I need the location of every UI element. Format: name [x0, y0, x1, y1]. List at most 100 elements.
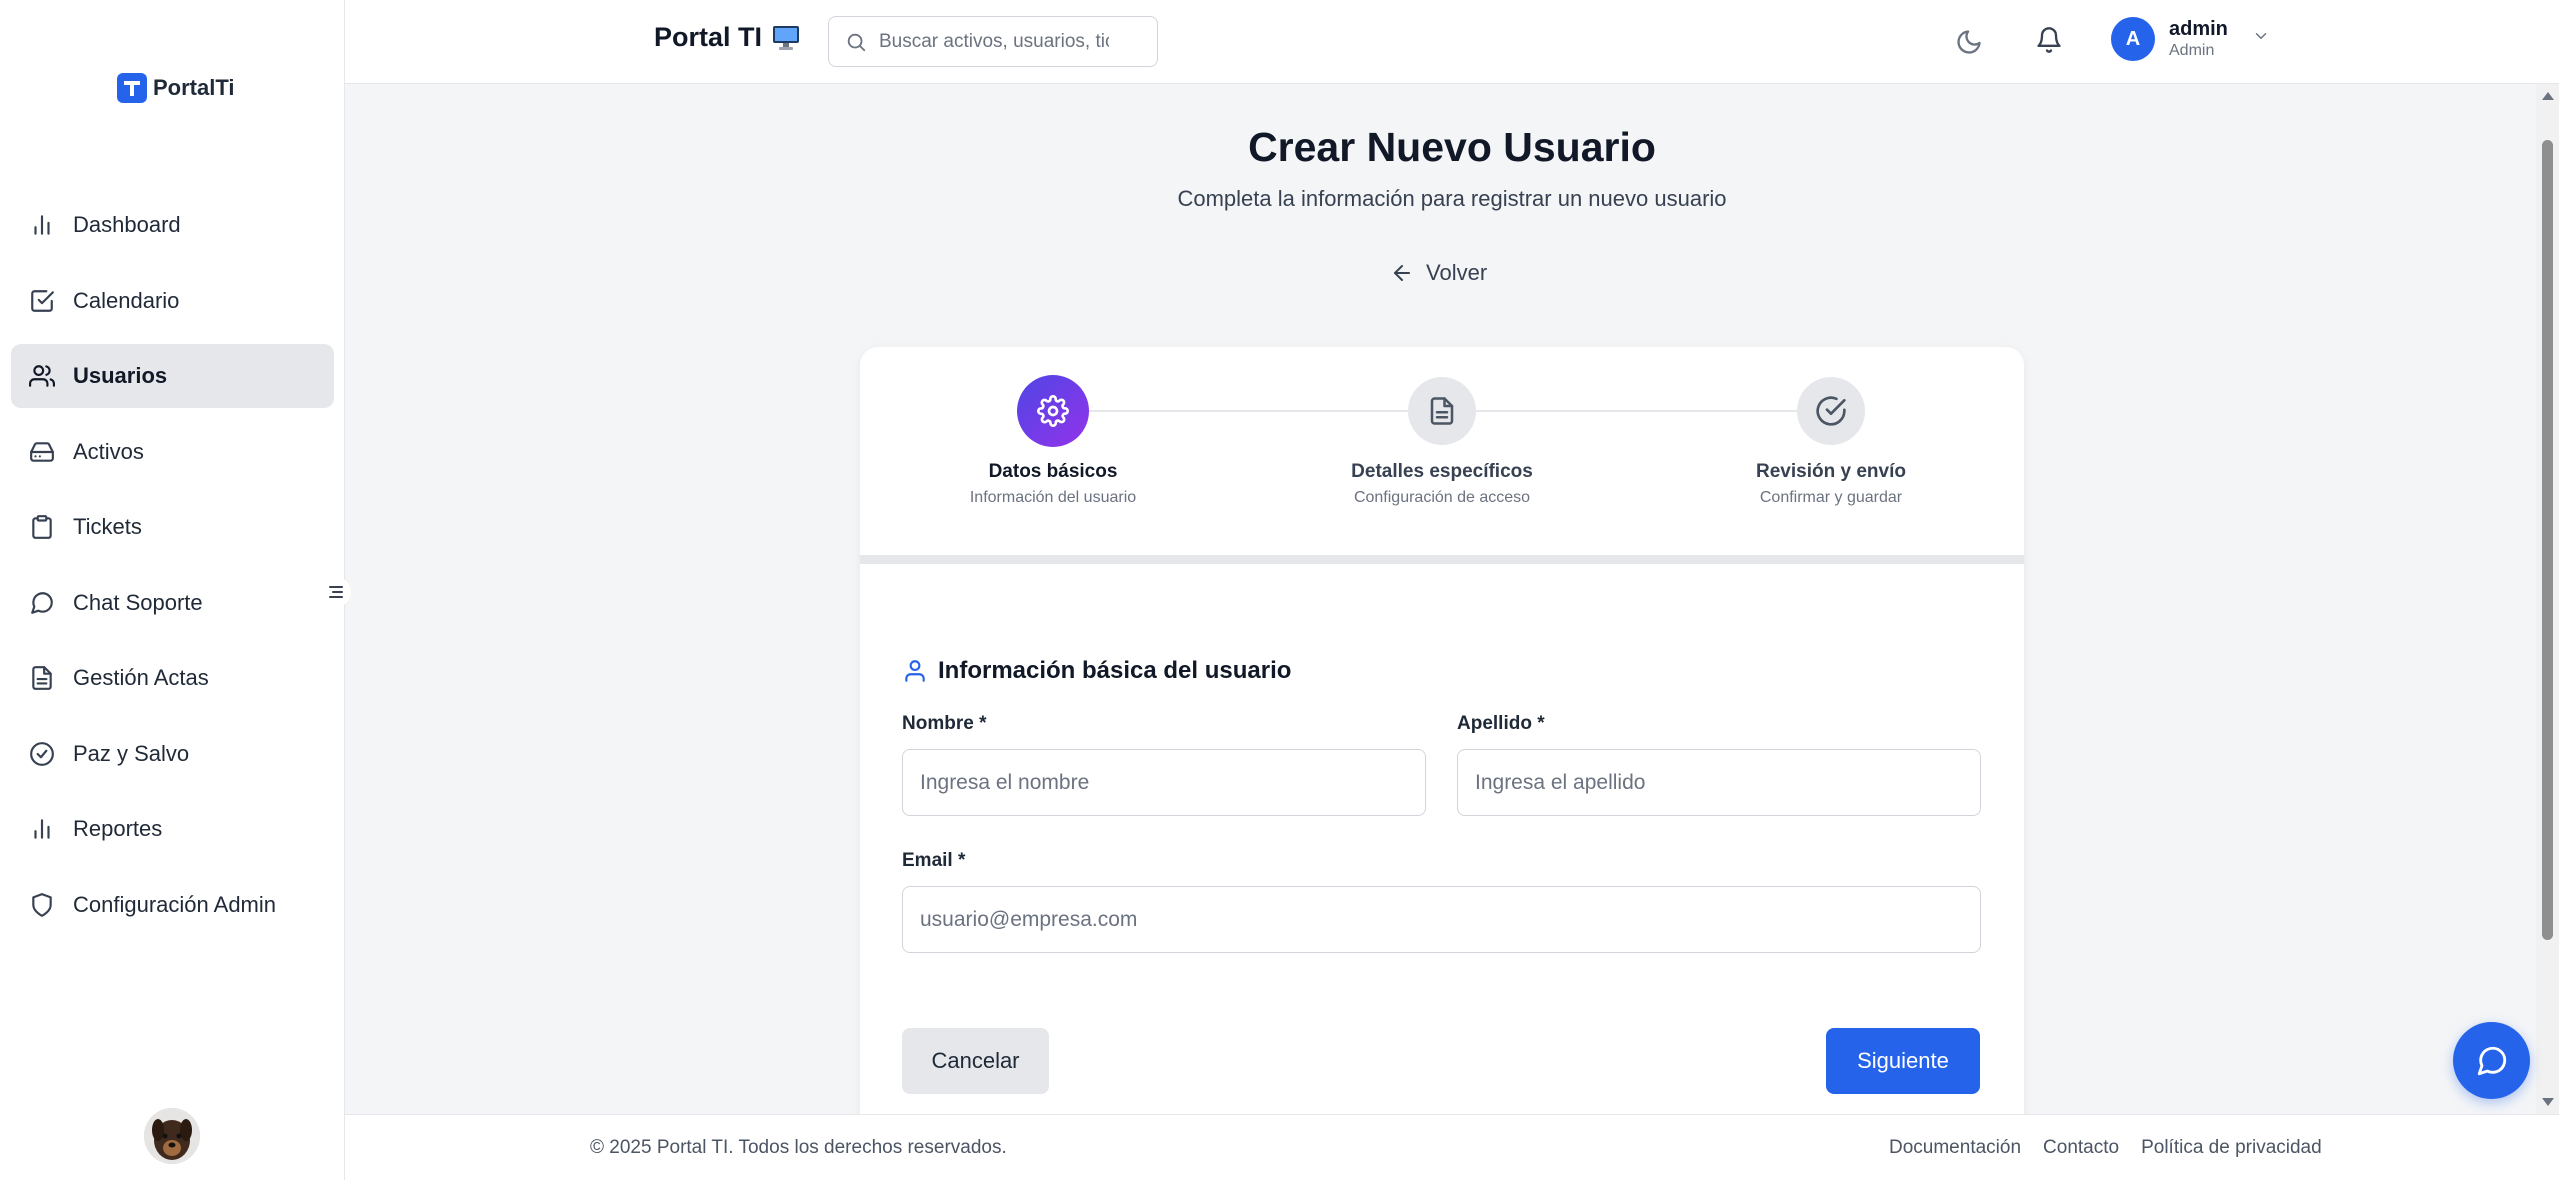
user-icon	[905, 660, 925, 682]
hard-drive-icon	[30, 441, 54, 462]
back-button[interactable]: Volver	[1390, 260, 1487, 286]
brand-title-text: Portal TI	[654, 22, 763, 52]
sidebar-item-label: Paz y Salvo	[73, 740, 190, 766]
sidebar-nav: Dashboard Calendario Usuarios Activos Ti…	[11, 193, 334, 948]
sidebar-item-label: Tickets	[73, 514, 142, 539]
shield-icon	[32, 892, 52, 917]
moon-icon	[1957, 30, 1981, 54]
file-text-icon	[1430, 397, 1454, 425]
step-title: Revisión y envío	[1756, 461, 1906, 482]
avatar[interactable]	[144, 1108, 200, 1164]
user-avatar: A	[2111, 17, 2155, 61]
step-revision-envio[interactable]: Revisión y envío Confirmar y guardar	[1681, 377, 1981, 507]
sidebar-item-label: Gestión Actas	[73, 665, 209, 690]
scrollbar[interactable]	[2536, 84, 2559, 1114]
sidebar-item-paz-y-salvo[interactable]: Paz y Salvo	[11, 722, 334, 786]
search-icon	[847, 33, 866, 51]
sidebar-item-configuracion-admin[interactable]: Configuración Admin	[11, 873, 334, 937]
sidebar-item-tickets[interactable]: Tickets	[11, 495, 334, 559]
sidebar-item-chat-soporte[interactable]: Chat Soporte	[11, 571, 334, 635]
step-title: Detalles específicos	[1351, 461, 1533, 482]
section-title: Información básica del usuario	[902, 657, 1291, 685]
check-circle-icon	[30, 741, 54, 766]
message-circle-icon	[2477, 1046, 2506, 1075]
notifications-button[interactable]	[2031, 22, 2067, 58]
sidebar: PortalTi Dashboard Calendario Usuarios A…	[0, 0, 351, 1180]
section-title-text: Información básica del usuario	[938, 657, 1292, 684]
arrow-left-icon	[1394, 265, 1410, 281]
clipboard-icon	[32, 515, 52, 539]
footer-copyright: © 2025 Portal TI. Todos los derechos res…	[590, 1137, 1007, 1158]
apellido-label: Apellido *	[1457, 713, 1545, 734]
users-icon	[29, 365, 55, 387]
bell-icon	[2037, 27, 2061, 53]
user-role: Admin	[2169, 42, 2215, 59]
scroll-up-arrow-icon[interactable]	[2542, 92, 2554, 100]
sidebar-item-reportes[interactable]: Reportes	[11, 797, 334, 861]
user-name: admin	[2169, 18, 2228, 40]
page-title: Crear Nuevo Usuario	[1248, 124, 1656, 170]
step-desc: Confirmar y guardar	[1759, 489, 1903, 506]
sidebar-item-label: Usuarios	[73, 363, 168, 388]
chevron-down-icon	[2255, 33, 2267, 39]
step-circle	[1797, 377, 1865, 445]
step-datos-basicos[interactable]: Datos básicos Información del usuario	[903, 375, 1203, 507]
sidebar-item-dashboard[interactable]: Dashboard	[11, 193, 334, 257]
gear-icon	[1037, 395, 1069, 427]
cancel-button[interactable]: Cancelar	[902, 1028, 1049, 1094]
progress-bar	[860, 555, 2024, 564]
check-square-icon	[31, 289, 54, 312]
file-text-icon	[32, 666, 52, 690]
email-input[interactable]	[902, 886, 1981, 953]
dog-avatar-icon	[144, 1108, 200, 1164]
nombre-input[interactable]	[902, 749, 1426, 816]
step-circle	[1408, 377, 1476, 445]
step-desc: Información del usuario	[969, 489, 1137, 506]
footer-link-privacidad[interactable]: Política de privacidad	[2141, 1137, 2322, 1159]
chat-fab-button[interactable]	[2453, 1022, 2530, 1099]
scroll-thumb[interactable]	[2542, 140, 2553, 940]
sidebar-item-label: Calendario	[73, 287, 180, 313]
logo-text: PortalTi	[153, 75, 235, 100]
monitor-icon	[773, 25, 800, 50]
theme-toggle-button[interactable]	[1951, 24, 1987, 60]
scroll-down-arrow-icon[interactable]	[2542, 1098, 2554, 1106]
sidebar-collapse-button[interactable]	[321, 577, 351, 607]
sidebar-item-label: Reportes	[73, 816, 163, 841]
sidebar-item-label: Dashboard	[73, 212, 181, 237]
user-info: admin Admin	[2169, 17, 2228, 61]
top-header: Portal TI A admin Admin	[345, 0, 2559, 84]
back-button-label: Volver	[1426, 260, 1488, 285]
logo[interactable]: PortalTi	[117, 72, 235, 104]
search-box[interactable]	[828, 16, 1158, 67]
check-circle-icon	[1816, 396, 1846, 426]
footer-link-documentacion[interactable]: Documentación	[1889, 1137, 2021, 1159]
sidebar-item-calendario[interactable]: Calendario	[11, 269, 334, 333]
step-circle	[1017, 375, 1089, 447]
sidebar-item-usuarios[interactable]: Usuarios	[11, 344, 334, 408]
email-label: Email *	[902, 850, 966, 871]
sidebar-item-activos[interactable]: Activos	[11, 420, 334, 484]
footer-links: Documentación Contacto Política de priva…	[1889, 1137, 2322, 1159]
step-title: Datos básicos	[988, 461, 1118, 482]
apellido-input[interactable]	[1457, 749, 1981, 816]
sidebar-item-label: Activos	[73, 438, 144, 464]
bar-chart-icon	[34, 215, 50, 235]
next-button[interactable]: Siguiente	[1826, 1028, 1980, 1094]
search-input[interactable]	[879, 30, 1109, 53]
sidebar-item-label: Chat Soporte	[73, 589, 203, 615]
footer-link-contacto[interactable]: Contacto	[2043, 1137, 2119, 1159]
footer: © 2025 Portal TI. Todos los derechos res…	[345, 1114, 2559, 1180]
menu-icon	[329, 586, 343, 598]
sidebar-item-label: Configuración Admin	[73, 891, 277, 917]
step-desc: Configuración de acceso	[1353, 489, 1531, 506]
sidebar-item-gestion-actas[interactable]: Gestión Actas	[11, 646, 334, 710]
bar-chart-icon	[34, 819, 50, 839]
step-detalles-especificos[interactable]: Detalles específicos Configuración de ac…	[1292, 377, 1592, 507]
message-circle-icon	[31, 591, 53, 614]
page-subtitle: Completa la información para registrar u…	[1177, 186, 1727, 211]
user-menu[interactable]: A admin Admin	[2111, 17, 2270, 61]
nombre-label: Nombre *	[902, 713, 987, 734]
logo-icon	[117, 73, 147, 103]
brand-title: Portal TI	[654, 22, 800, 53]
